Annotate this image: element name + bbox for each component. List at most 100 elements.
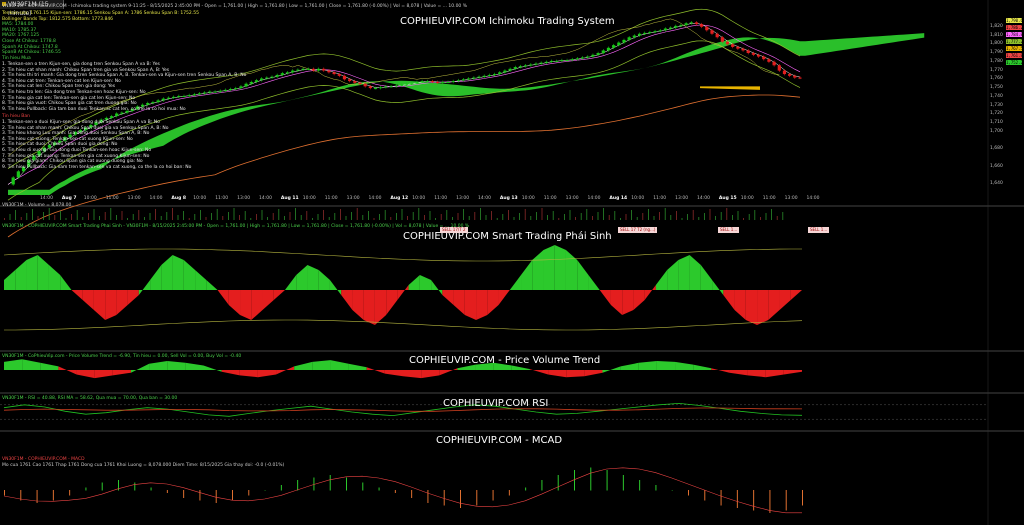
volume-bar	[692, 210, 694, 220]
candle	[358, 82, 362, 84]
volume-bar	[435, 218, 436, 220]
volume-bar	[222, 216, 224, 220]
smart-area-segment	[779, 290, 791, 310]
candle	[109, 116, 114, 118]
candle	[565, 60, 569, 62]
volume-bar	[429, 211, 431, 220]
volume-bar	[160, 216, 162, 220]
candle	[601, 50, 605, 54]
candle	[120, 112, 124, 114]
volume-bar	[362, 215, 364, 220]
time-tick-label: 14:00	[259, 196, 272, 201]
volume-bar	[328, 217, 330, 220]
pvt-area-segment	[566, 370, 585, 378]
candle	[472, 77, 476, 79]
price-tick-label: 1,680	[990, 146, 1003, 152]
pvt-area-segment	[348, 363, 367, 370]
sell-signal-title: Tin hieu Ban	[2, 114, 30, 119]
pvt-area-segment	[693, 364, 712, 370]
candle	[725, 41, 730, 45]
candle	[270, 76, 274, 78]
candle	[736, 46, 740, 49]
price-tick-label: 1,780	[990, 58, 1003, 64]
volume-bar	[771, 209, 772, 220]
macd-histogram-bar	[492, 490, 494, 501]
volume-bar	[524, 209, 526, 220]
macd-histogram-bar	[362, 482, 364, 491]
candle	[306, 68, 310, 70]
macd-histogram-bar	[671, 490, 673, 491]
smart-area-segment	[734, 290, 746, 320]
candle	[415, 81, 419, 83]
smart-area-segment	[217, 290, 229, 305]
time-tick-label: 13:00	[565, 196, 579, 201]
smart-area-segment	[689, 255, 701, 290]
pvt-area-segment	[548, 370, 567, 378]
price-tick-label: 1,700	[990, 128, 1003, 134]
pvt-area-segment	[130, 363, 150, 373]
time-tick-label: 13:00	[127, 196, 141, 201]
pvt-area-segment	[203, 365, 222, 372]
smart-area-segment	[599, 290, 611, 305]
smart-area-segment	[790, 290, 802, 300]
macd-histogram-bar	[622, 475, 624, 491]
smart-area-segment	[487, 290, 499, 315]
volume-bar	[676, 211, 677, 220]
smart-area-segment	[622, 290, 634, 315]
smart-area-segment	[329, 280, 342, 295]
volume-bar	[452, 217, 453, 220]
price-marker: 1,761.8	[1006, 53, 1023, 58]
volume-bar	[216, 209, 218, 220]
time-tick-label: Aug 15	[718, 196, 737, 201]
volume-bar	[580, 213, 582, 220]
candle	[513, 67, 517, 69]
volume-bar	[43, 212, 44, 220]
macd-histogram-bar	[101, 482, 103, 491]
smart-area-segment	[554, 245, 566, 290]
volume-bar	[317, 214, 319, 220]
volume-bar	[620, 218, 621, 220]
macd-histogram-bar	[639, 480, 641, 491]
pvt-area-segment	[94, 370, 113, 379]
volume-bar	[704, 213, 705, 220]
volume-bar	[536, 212, 537, 220]
candle	[622, 39, 626, 43]
candle	[410, 82, 414, 84]
volume-bar	[502, 214, 504, 220]
candle	[146, 102, 150, 105]
volume-bar	[172, 208, 173, 220]
price-marker: 1,786.2	[1006, 25, 1023, 30]
smart-readout: VN30F1M - COPHIEUVIP.COM Smart Trading P…	[2, 224, 470, 229]
candle	[327, 70, 331, 73]
candle	[260, 78, 264, 81]
candle	[689, 22, 693, 24]
macd-histogram-bar	[232, 490, 233, 501]
panel-title-rsi: COPHIEUVIP.COM RSI	[443, 398, 549, 409]
smart-area-segment	[543, 245, 555, 290]
time-tick-label: 14:00	[149, 196, 163, 201]
macd-histogram-bar	[411, 490, 413, 498]
macd-histogram-bar	[802, 490, 803, 506]
volume-bar	[272, 213, 274, 220]
volume-bar	[664, 208, 666, 220]
candle	[596, 53, 600, 55]
volume-bar	[144, 217, 145, 220]
time-tick-label: 10:00	[412, 196, 426, 201]
candle	[384, 86, 388, 88]
time-tick-label: 10:00	[740, 196, 754, 201]
macd-histogram-bar	[248, 490, 250, 496]
price-marker: 1,790.6	[1006, 18, 1023, 23]
pvt-area-segment	[529, 369, 549, 375]
candle	[684, 23, 688, 26]
volume-bar	[720, 212, 722, 220]
candle	[425, 81, 429, 83]
smart-area-segment	[127, 290, 139, 305]
smart-area-segment	[183, 260, 196, 290]
volume-bar	[312, 218, 313, 220]
volume-bar	[88, 213, 89, 220]
bollinger-top	[7, 8, 801, 169]
smart-area-segment	[161, 255, 173, 290]
panel-title-smart-trading: COPHIEUVIP.COM Smart Trading Phái Sinh	[403, 231, 612, 242]
volume-bar	[300, 215, 302, 220]
macd-histogram-bar	[394, 490, 396, 493]
